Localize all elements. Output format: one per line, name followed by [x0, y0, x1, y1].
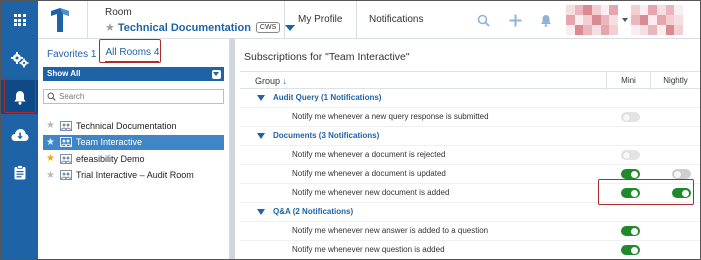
room-icon	[60, 137, 72, 147]
highlight-box	[99, 39, 161, 63]
column-header-group[interactable]: Group ↓	[255, 76, 287, 86]
list-item[interactable]: ★ Trial Interactive – Audit Room	[43, 168, 224, 183]
room-icon	[60, 153, 72, 164]
group-row[interactable]: Documents (3 Notifications)	[240, 127, 700, 146]
room-filter-value: Show All	[47, 69, 81, 78]
room-filter-select[interactable]: Show All	[43, 67, 224, 81]
rail-tasks-button[interactable]	[1, 155, 38, 189]
left-rail	[1, 39, 38, 259]
room-label: Room	[105, 7, 132, 18]
subscriptions-table: Audit Query (1 Notifications) Notify me …	[240, 89, 700, 259]
mini-toggle[interactable]	[621, 150, 640, 160]
column-header-nightly: Nightly	[650, 72, 700, 90]
mini-toggle[interactable]	[621, 226, 640, 236]
mini-toggle[interactable]	[621, 169, 640, 179]
plus-icon[interactable]	[507, 12, 523, 28]
room-selector[interactable]: Room ★ Technical Documentation CWS	[87, 1, 296, 39]
room-icon	[60, 120, 72, 131]
clipboard-icon	[14, 164, 25, 179]
mini-toggle[interactable]	[621, 245, 640, 255]
chevron-down-icon[interactable]	[212, 70, 221, 79]
apps-grid-icon	[13, 14, 26, 26]
gears-icon	[10, 52, 29, 68]
notification-label: Notify me whenever a document is updated	[292, 169, 446, 178]
room-name: Team Interactive	[76, 137, 143, 147]
nav-notifications[interactable]: Notifications	[369, 14, 423, 25]
rail-downloads-button[interactable]	[1, 118, 38, 152]
sort-arrow-icon: ↓	[282, 76, 288, 86]
table-row: Notify me whenever new question is added	[240, 241, 700, 259]
app-window: Room ★ Technical Documentation CWS My Pr…	[0, 0, 701, 260]
group-row[interactable]: Q&A (2 Notifications)	[240, 203, 700, 222]
chevron-down-icon[interactable]	[257, 95, 265, 101]
chevron-down-icon[interactable]	[257, 209, 265, 215]
table-row: Notify me whenever a document is rejecte…	[240, 146, 700, 165]
room-badge: CWS	[255, 22, 281, 33]
mini-toggle[interactable]	[621, 112, 640, 122]
highlight-box	[598, 179, 694, 205]
divider	[284, 1, 285, 39]
room-search-input[interactable]	[59, 92, 219, 101]
chevron-down-icon[interactable]	[257, 133, 265, 139]
rail-settings-button[interactable]	[1, 43, 38, 77]
panel-divider[interactable]	[230, 39, 235, 259]
room-name: Trial Interactive – Audit Room	[76, 170, 194, 180]
table-row: Notify me whenever new answer is added t…	[240, 222, 700, 241]
divider	[356, 1, 357, 39]
subscriptions-panel: Subscriptions for "Team Interactive" Gro…	[230, 39, 700, 259]
room-search-box[interactable]	[43, 89, 224, 104]
rooms-panel: Favorites 1 All Rooms 4 Show All ★ Techn…	[38, 39, 230, 259]
table-header: Group ↓ Mini Nightly	[240, 71, 700, 90]
list-item[interactable]: ★ Technical Documentation	[43, 118, 224, 133]
apps-menu-button[interactable]	[1, 1, 38, 39]
star-icon[interactable]: ★	[46, 153, 58, 164]
page-title: Subscriptions for "Team Interactive"	[244, 51, 410, 63]
group-title[interactable]: Audit Query (1 Notifications)	[273, 93, 381, 102]
current-room-name[interactable]: Technical Documentation	[118, 22, 251, 34]
table-row: Notify me whenever a new query response …	[240, 108, 700, 127]
star-icon[interactable]: ★	[46, 137, 58, 148]
chevron-down-icon[interactable]	[622, 18, 628, 22]
tab-favorites[interactable]: Favorites 1	[47, 49, 96, 63]
notification-label: Notify me whenever a document is rejecte…	[292, 150, 446, 159]
notification-label: Notify me whenever a new query response …	[292, 112, 489, 121]
group-row[interactable]: Audit Query (1 Notifications)	[240, 89, 700, 108]
notification-label: Notify me whenever new answer is added t…	[292, 226, 489, 235]
top-bar: Room ★ Technical Documentation CWS My Pr…	[1, 1, 700, 39]
group-title[interactable]: Documents (3 Notifications)	[273, 131, 379, 140]
highlight-box	[4, 77, 36, 113]
list-item[interactable]: ★ efeasibility Demo	[43, 151, 224, 166]
star-icon[interactable]: ★	[46, 120, 58, 131]
star-icon[interactable]: ★	[46, 170, 58, 181]
cloud-download-icon	[11, 129, 28, 141]
list-item[interactable]: ★ Team Interactive	[43, 134, 224, 150]
chevron-down-icon[interactable]	[285, 24, 296, 31]
search-icon[interactable]	[475, 12, 491, 28]
nightly-toggle[interactable]	[672, 169, 691, 179]
bell-icon[interactable]	[538, 12, 554, 28]
group-title[interactable]: Q&A (2 Notifications)	[273, 207, 353, 216]
notification-label: Notify me whenever new question is added	[292, 245, 445, 254]
nav-my-profile[interactable]: My Profile	[298, 14, 342, 25]
tenant-logo	[631, 5, 683, 35]
room-icon	[60, 170, 72, 180]
room-name: Technical Documentation	[76, 120, 177, 131]
notification-label: Notify me whenever new document is added	[292, 188, 450, 197]
room-name-row[interactable]: ★ Technical Documentation CWS	[105, 21, 296, 34]
room-name: efeasibility Demo	[76, 153, 145, 164]
avatar[interactable]	[566, 5, 618, 35]
room-list: ★ Technical Documentation ★ Team Interac…	[43, 118, 224, 184]
star-icon[interactable]: ★	[105, 21, 115, 34]
search-icon	[47, 92, 56, 101]
column-header-mini: Mini	[606, 72, 650, 90]
logo-icon[interactable]	[49, 7, 71, 33]
